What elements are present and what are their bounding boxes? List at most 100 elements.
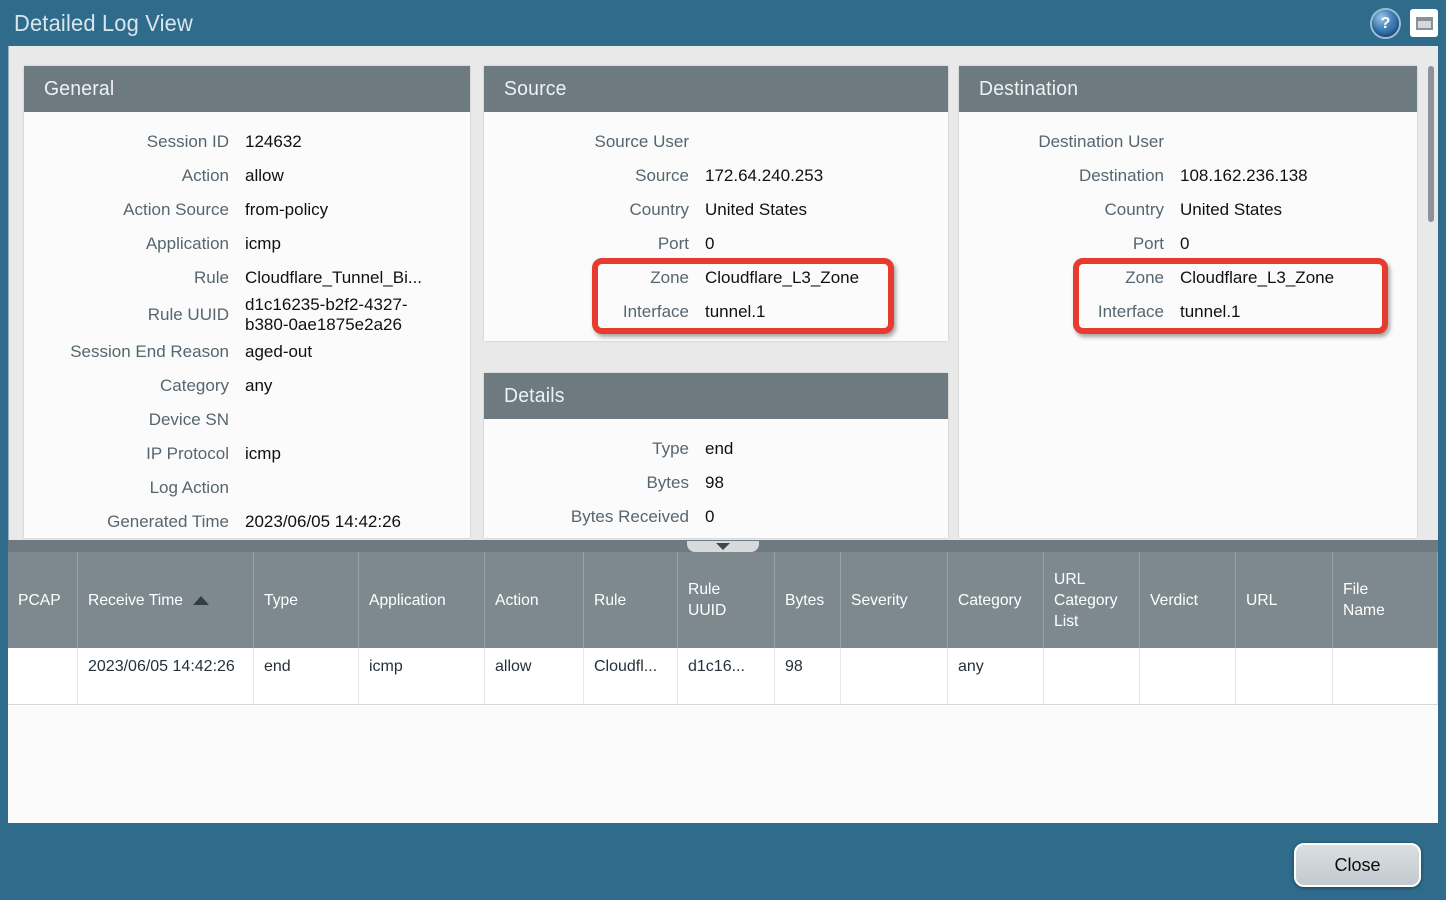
field-row: Interfacetunnel.1 xyxy=(959,295,1417,329)
column-header-url-category-list[interactable]: URL Category List xyxy=(1044,552,1140,648)
question-mark-glyph: ? xyxy=(1381,15,1391,33)
column-label: Action xyxy=(495,590,539,611)
sort-ascending-icon xyxy=(193,596,209,605)
column-label: PCAP xyxy=(18,590,61,611)
field-label: Bytes xyxy=(484,473,689,493)
cell-receive-time: 2023/06/05 14:42:26 xyxy=(78,648,254,704)
field-label: Type xyxy=(484,439,689,459)
field-row: Rule Cloudflare_Tunnel_Bi... xyxy=(24,261,470,295)
cell-action: allow xyxy=(485,648,584,704)
field-label: Application xyxy=(24,234,229,254)
column-header-type[interactable]: Type xyxy=(254,552,359,648)
column-header-severity[interactable]: Severity xyxy=(841,552,948,648)
column-header-rule-uuid[interactable]: Rule UUID xyxy=(678,552,775,648)
field-row: Country United States xyxy=(959,193,1417,227)
panel-details-header: Details xyxy=(484,373,948,419)
vertical-scrollbar[interactable] xyxy=(1428,66,1434,222)
page-title: Detailed Log View xyxy=(14,10,193,37)
field-label: Country xyxy=(959,200,1164,220)
field-label: IP Protocol xyxy=(24,444,229,464)
column-header-verdict[interactable]: Verdict xyxy=(1140,552,1236,648)
field-value: Cloudflare_L3_Zone xyxy=(705,268,859,288)
column-header-file-name[interactable]: File Name xyxy=(1333,552,1438,648)
field-row: Session End Reason aged-out xyxy=(24,335,470,369)
column-header-rule[interactable]: Rule xyxy=(584,552,678,648)
field-row: Destination User xyxy=(959,125,1417,159)
panel-destination: Destination Destination User Destination… xyxy=(959,66,1417,538)
cell-type: end xyxy=(254,648,359,704)
cell-url xyxy=(1236,648,1333,704)
column-header-url[interactable]: URL xyxy=(1236,552,1333,648)
field-value: icmp xyxy=(245,234,281,254)
panel-destination-header: Destination xyxy=(959,66,1417,112)
panel-destination-body: Destination User Destination108.162.236.… xyxy=(959,112,1417,329)
field-row: Session ID 124632 xyxy=(24,125,470,159)
column-label: Application xyxy=(369,590,446,611)
panel-details: Details Typeend Bytes98 Bytes Received0 xyxy=(484,373,948,538)
field-label: Action Source xyxy=(24,200,229,220)
close-button[interactable]: Close xyxy=(1294,843,1421,887)
field-label: Session End Reason xyxy=(24,342,229,362)
field-row: IP Protocol icmp xyxy=(24,437,470,471)
field-value: 108.162.236.138 xyxy=(1180,166,1308,186)
field-label: Port xyxy=(959,234,1164,254)
cell-url-category-list xyxy=(1044,648,1140,704)
panel-source-body: Source User Source172.64.240.253 Country… xyxy=(484,112,948,329)
titlebar: Detailed Log View ? xyxy=(0,0,1446,46)
column-header-bytes[interactable]: Bytes xyxy=(775,552,841,648)
field-row: Actionallow xyxy=(24,159,470,193)
field-label: Action xyxy=(24,166,229,186)
column-header-application[interactable]: Application xyxy=(359,552,485,648)
field-row: Zone Cloudflare_L3_Zone xyxy=(484,261,948,295)
column-label: Bytes xyxy=(785,590,824,611)
column-label: Rule xyxy=(594,590,626,611)
field-value: United States xyxy=(1180,200,1282,220)
field-label: Interface xyxy=(959,302,1164,322)
column-header-category[interactable]: Category xyxy=(948,552,1044,648)
field-label: Zone xyxy=(959,268,1164,288)
field-row: CountryUnited States xyxy=(484,193,948,227)
field-row: ZoneCloudflare_L3_Zone xyxy=(959,261,1417,295)
field-row: Categoryany xyxy=(24,369,470,403)
field-value: d1c16235-b2f2-4327-b380-0ae1875e2a26 xyxy=(245,295,445,335)
field-label: Device SN xyxy=(24,410,229,430)
help-icon[interactable]: ? xyxy=(1372,10,1399,37)
column-label: File Name xyxy=(1343,579,1400,621)
cell-pcap xyxy=(8,648,78,704)
field-label: Log Action xyxy=(24,478,229,498)
table-row[interactable]: 2023/06/05 14:42:26 end icmp allow Cloud… xyxy=(8,648,1438,705)
window-glyph xyxy=(1416,17,1433,30)
field-value: Cloudflare_Tunnel_Bi... xyxy=(245,268,422,288)
maximize-icon[interactable] xyxy=(1410,9,1438,37)
field-label: Rule xyxy=(24,268,229,288)
field-row: Application icmp xyxy=(24,227,470,261)
field-value: 2023/06/05 14:42:26 xyxy=(245,512,401,532)
field-row: Typeend xyxy=(484,432,948,466)
field-value: aged-out xyxy=(245,342,312,362)
panel-title: Destination xyxy=(979,78,1078,101)
field-label: Source xyxy=(484,166,689,186)
panel-general-body: Session ID 124632 Actionallow Action Sour… xyxy=(24,112,470,538)
field-value: tunnel.1 xyxy=(705,302,766,322)
column-label: Rule UUID xyxy=(688,579,762,621)
panel-general-header: General xyxy=(24,66,470,112)
column-header-receive-time[interactable]: Receive Time xyxy=(78,552,254,648)
field-row: Rule UUID d1c16235-b2f2-4327-b380-0ae1875… xyxy=(24,295,470,335)
field-label: Zone xyxy=(484,268,689,288)
field-label: Session ID xyxy=(24,132,229,152)
cell-application: icmp xyxy=(359,648,485,704)
column-label: Severity xyxy=(851,590,908,611)
splitter-handle[interactable] xyxy=(687,541,759,552)
column-header-pcap[interactable]: PCAP xyxy=(8,552,78,648)
field-value: 172.64.240.253 xyxy=(705,166,823,186)
field-row: Device SN xyxy=(24,403,470,437)
field-value: 0 xyxy=(1180,234,1189,254)
field-label: Rule UUID xyxy=(24,305,229,325)
panel-title: Details xyxy=(504,385,565,408)
field-value: 124632 xyxy=(245,132,302,152)
field-value: icmp xyxy=(245,444,281,464)
field-row: Port0 xyxy=(484,227,948,261)
column-header-action[interactable]: Action xyxy=(485,552,584,648)
cell-category: any xyxy=(948,648,1044,704)
field-label: Port xyxy=(484,234,689,254)
